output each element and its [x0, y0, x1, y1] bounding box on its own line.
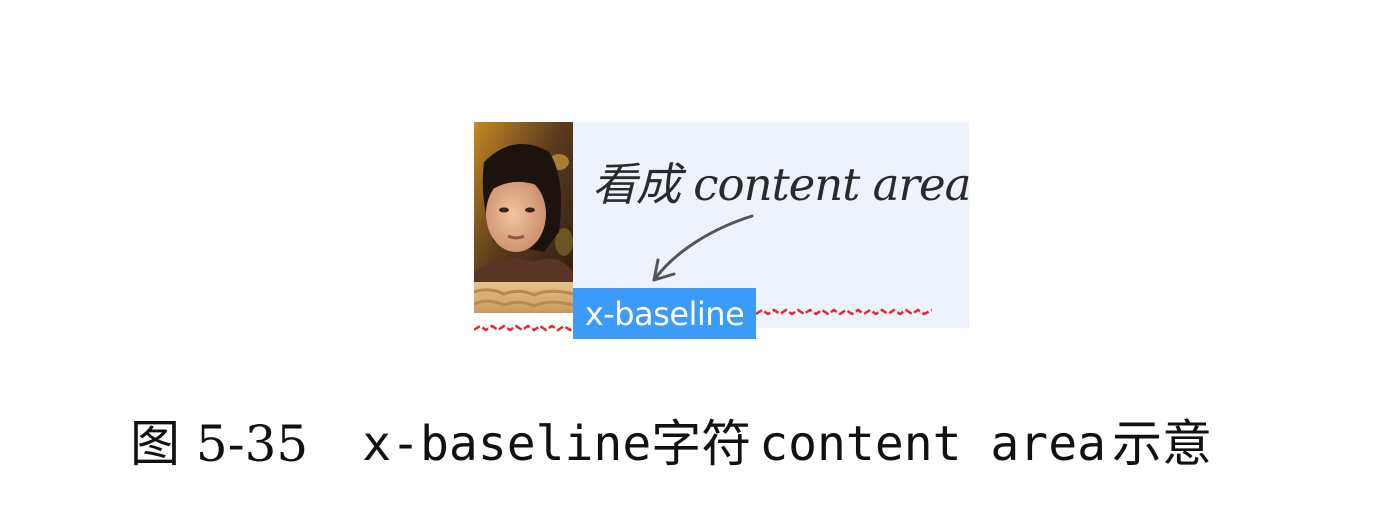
- figure-caption: 图 5-35 x-baseline 字符 content area 示意: [130, 412, 1212, 476]
- caption-code-term: content area: [759, 416, 1106, 472]
- x-baseline-label: x-baseline: [584, 295, 745, 333]
- illustration: 看成 content area x-baseline: [474, 122, 971, 339]
- caption-figure-number: 图 5-35: [130, 415, 309, 473]
- curved-arrow-icon: [652, 214, 754, 282]
- caption-text: 字符: [651, 415, 752, 473]
- caption-text-end: 示意: [1112, 415, 1212, 473]
- handwritten-annotation: 看成 content area: [592, 158, 971, 211]
- red-squiggle-underline: [756, 308, 932, 316]
- portrait-photo: [474, 122, 573, 313]
- caption-code-term: x-baseline: [362, 416, 652, 472]
- red-squiggle-underline: [474, 324, 573, 332]
